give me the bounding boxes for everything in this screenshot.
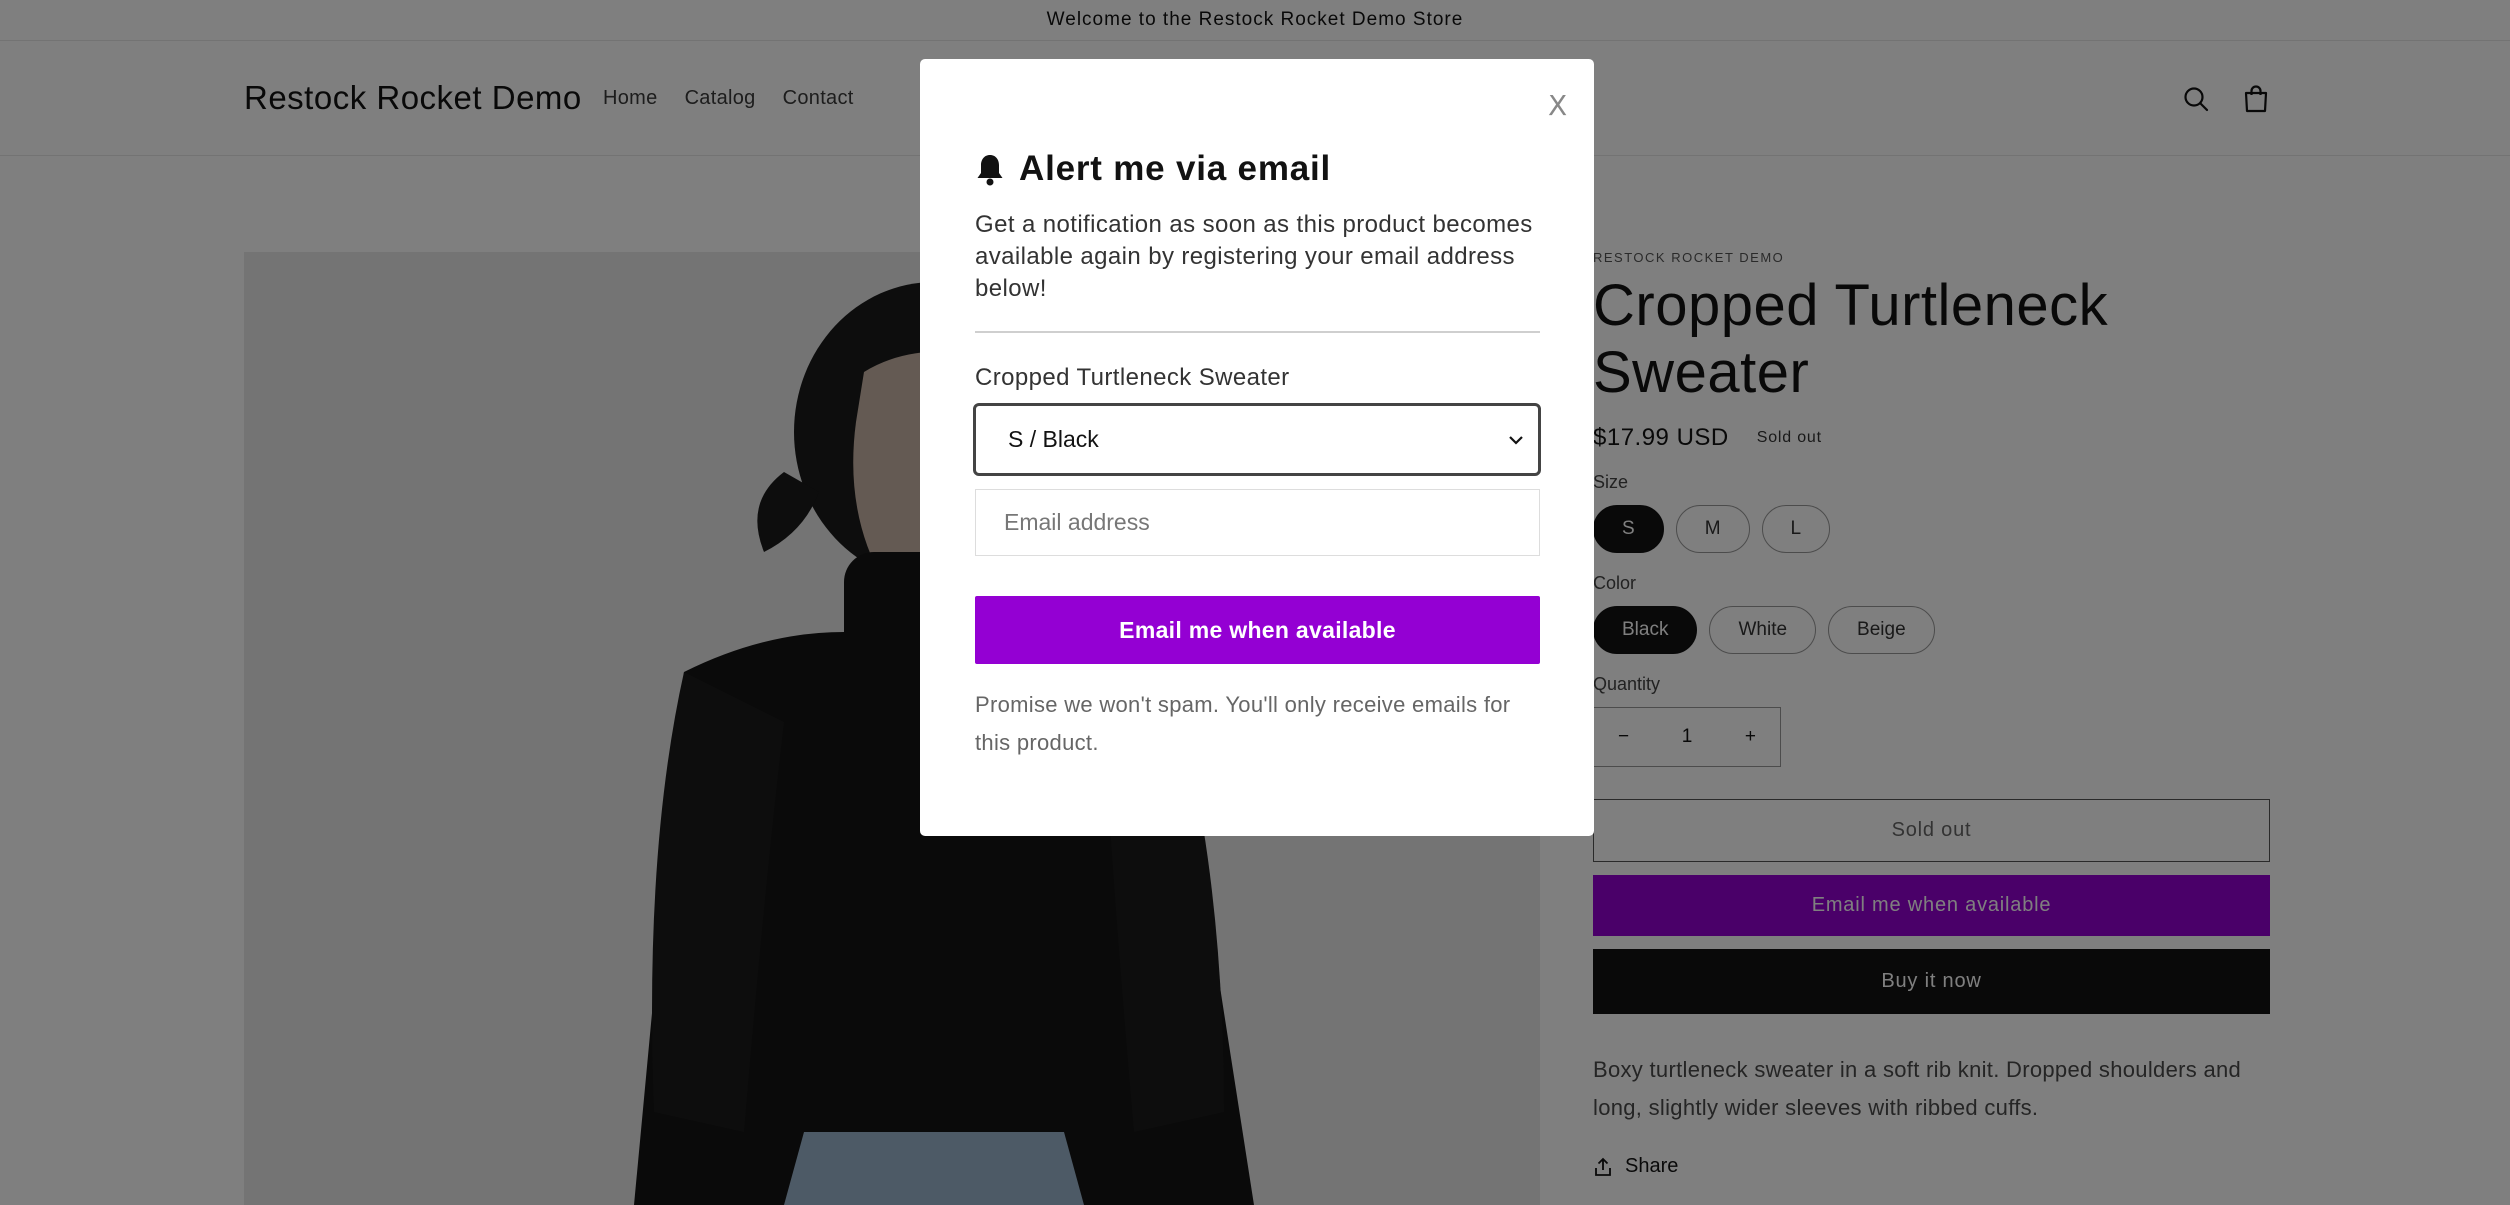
variant-select-value: S / Black [1008, 426, 1099, 452]
modal-submit-button[interactable]: Email me when available [975, 596, 1540, 664]
modal-divider [975, 331, 1540, 333]
variant-select[interactable]: S / Black [973, 403, 1541, 476]
bell-icon [977, 155, 1003, 186]
email-input[interactable]: Email address [975, 489, 1540, 556]
restock-alert-modal: X Alert me via email Get a notification … [920, 59, 1594, 836]
modal-title: Alert me via email [1019, 149, 1332, 188]
modal-description: Get a notification as soon as this produ… [975, 211, 1533, 302]
modal-header: Alert me via email [975, 149, 1331, 189]
modal-product-name: Cropped Turtleneck Sweater [975, 364, 1290, 391]
chevron-down-icon [1509, 435, 1523, 445]
modal-close-button[interactable]: X [1548, 89, 1567, 122]
modal-spam-note: Promise we won't spam. You'll only recei… [975, 692, 1511, 755]
